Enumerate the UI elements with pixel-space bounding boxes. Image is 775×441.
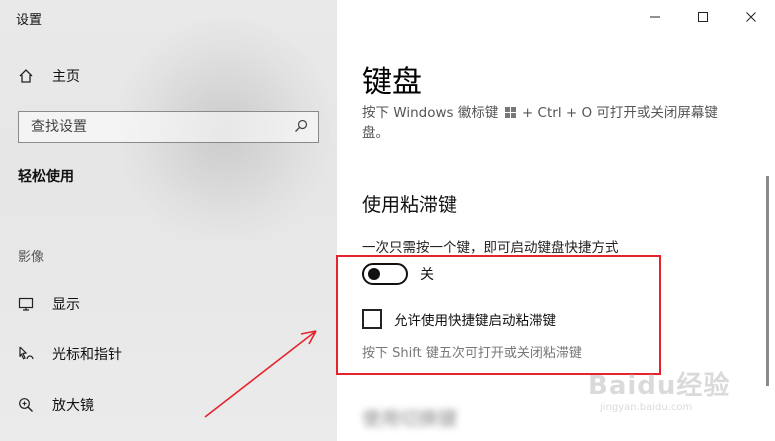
watermark-url: jingyan.baidu.com xyxy=(600,402,693,413)
baidu-watermark: Baidu经验 jingyan.baidu.com xyxy=(588,365,730,413)
watermark-text: Baidu经验 xyxy=(588,371,731,401)
